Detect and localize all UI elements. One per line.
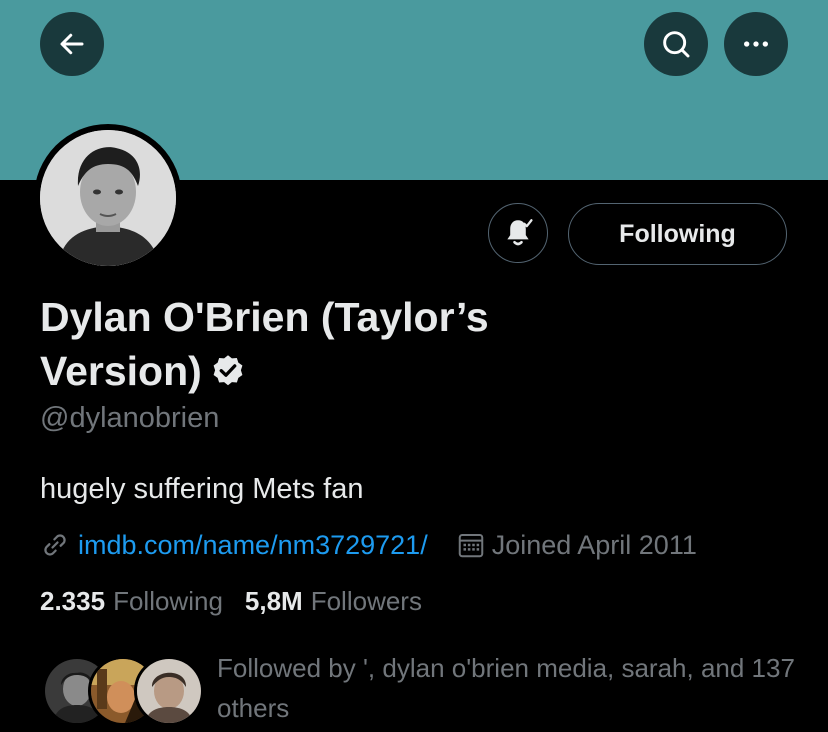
search-icon xyxy=(663,31,690,58)
more-button[interactable] xyxy=(724,12,788,76)
following-stat[interactable]: 2.335 Following xyxy=(40,586,223,617)
link-icon xyxy=(44,534,66,556)
avatar-photo xyxy=(40,130,176,266)
followers-label: Followers xyxy=(310,586,422,616)
profile-bio: hugely suffering Mets fan xyxy=(40,473,364,505)
profile-avatar[interactable] xyxy=(34,124,182,272)
followers-count: 5,8M xyxy=(244,586,303,616)
followed-by-text[interactable]: Followed by ', dylan o'brien media, sara… xyxy=(217,648,807,728)
profile-link[interactable]: imdb.com/name/nm3729721/ xyxy=(78,530,428,561)
back-button[interactable] xyxy=(40,12,104,76)
joined-date: Joined April 2011 xyxy=(491,529,697,560)
more-horizontal-icon xyxy=(744,41,768,47)
following-label: Following xyxy=(113,586,223,616)
profile-name: Dylan O'Brien (Taylor’s Version) xyxy=(40,294,489,394)
verified-badge-icon xyxy=(210,348,246,402)
followed-by-avatars[interactable] xyxy=(42,656,204,726)
profile-stats: 2.335 Following 5,8M Followers xyxy=(40,586,422,617)
profile-meta: imdb.com/name/nm3729721/ Joined April 20… xyxy=(40,527,697,563)
following-button[interactable]: Following xyxy=(568,203,787,265)
search-button[interactable] xyxy=(644,12,708,76)
followers-stat[interactable]: 5,8M Followers xyxy=(245,586,422,617)
profile-handle: @dylanobrien xyxy=(40,402,220,434)
following-count: 2.335 xyxy=(40,586,106,616)
calendar-icon xyxy=(458,534,483,558)
profile-name-block: Dylan O'Brien (Taylor’s Version) xyxy=(40,290,600,402)
bell-check-icon xyxy=(507,219,533,246)
follower-avatar xyxy=(134,656,204,726)
notifications-button[interactable] xyxy=(488,203,548,263)
arrow-left-icon xyxy=(60,33,84,55)
